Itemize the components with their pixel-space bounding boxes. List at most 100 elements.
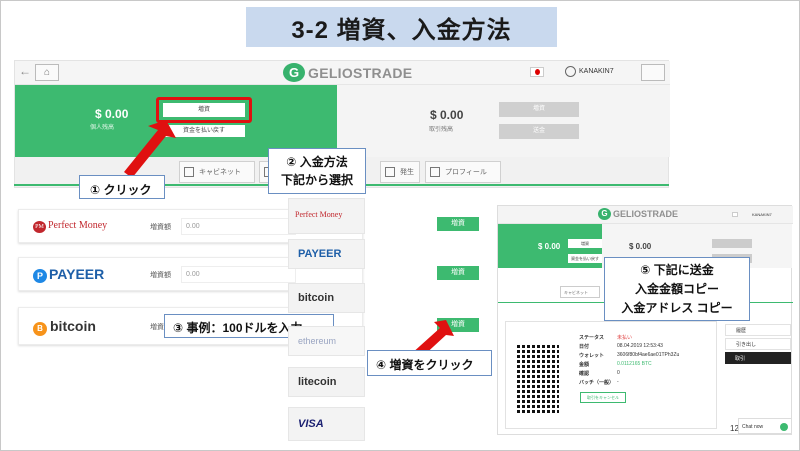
tab-cabinet[interactable]: キャビネット: [179, 161, 255, 183]
trading-balance-panel: $ 0.00 取引残高 増資 送金: [337, 85, 670, 157]
payeer-logo: P PAYEER: [33, 266, 104, 283]
callout-method: ② 入金方法 下記から選択: [268, 148, 366, 194]
side-item-withdraw[interactable]: 引き出し: [725, 338, 791, 350]
method-litecoin[interactable]: litecoin: [288, 367, 365, 397]
logo-mark: G: [283, 63, 305, 82]
callout-send-line3: 入金アドレス コピー: [621, 301, 733, 315]
payeer-name: PAYEER: [49, 266, 105, 282]
user-menu[interactable]: KANAKIN7: [565, 66, 614, 77]
chat-now-label: Chat now: [742, 424, 764, 430]
payeer-amount-label: 増資額: [150, 272, 171, 279]
trading-balance-label: 取引残高: [429, 127, 454, 133]
detail-status: ステータス 未払い: [579, 334, 632, 341]
profile-icon: [430, 167, 440, 177]
app-topbar: ← ⌂ G GELIOSTRADE KANAKIN7: [15, 61, 670, 85]
method-litecoin-label: litecoin: [298, 376, 337, 388]
method-bitcoin-label: bitcoin: [298, 292, 335, 304]
back-arrow-icon[interactable]: ←: [19, 64, 31, 78]
callout-deposit-click: ④ 増資をクリック: [367, 350, 492, 376]
pm-amount-label: 増資額: [150, 224, 171, 231]
ss-gray-button-1[interactable]: [712, 239, 752, 248]
qr-code: [515, 343, 559, 413]
user-icon: [565, 66, 576, 77]
chat-icon: [780, 423, 788, 431]
ss-logo: G GELIOSTRADE: [598, 208, 678, 220]
payeer-deposit-button[interactable]: 増資: [437, 266, 479, 280]
detail-key: ウォレット: [579, 353, 605, 359]
ss-logo-text: GELIOSTRADE: [613, 209, 679, 219]
pm-deposit-button[interactable]: 増資: [437, 217, 479, 231]
callout-method-line2: 下記から選択: [280, 173, 353, 187]
tab-label: プロフィール: [445, 169, 487, 176]
detail-batch: バッチ（一般） -: [579, 379, 619, 386]
arrow-to-deposit: [124, 120, 176, 178]
callout-click: ① クリック: [79, 175, 165, 199]
detail-date: 日付 08.04.2019 12:53:43: [579, 343, 663, 350]
cabinet-icon: [184, 167, 194, 177]
detail-key: 確認: [579, 371, 590, 377]
method-payeer[interactable]: PAYEER: [288, 239, 365, 269]
tab-label: キャビネット: [199, 169, 241, 176]
ss-username: KANAKIN7: [752, 212, 772, 217]
japan-flag-icon[interactable]: [530, 67, 544, 77]
detail-value: -: [617, 379, 619, 385]
ss-right-amount: $ 0.00: [629, 242, 652, 251]
personal-balance-label: 個人残高: [90, 125, 115, 131]
detail-value[interactable]: 3606f80bf4ae6ae01TPh3Zu: [617, 352, 679, 358]
callout-method-line1: ② 入金方法: [286, 155, 348, 169]
bitcoin-logo: Bbitcoin: [33, 318, 96, 336]
transfer-button[interactable]: 送金: [499, 124, 579, 139]
logout-icon[interactable]: [641, 64, 665, 81]
side-item-trade[interactable]: 取引: [725, 352, 791, 364]
pm-name: Perfect Money: [48, 220, 108, 231]
detail-key: バッチ（一般）: [579, 380, 615, 386]
bitcoin-mark-icon: B: [33, 322, 47, 336]
callout-send-line1: ⑤ 下記に送金: [640, 263, 714, 277]
pm-amount-input[interactable]: 0.00: [181, 218, 296, 235]
ss-flag-icon: [732, 212, 738, 217]
tab-occurrence[interactable]: 発生: [380, 161, 420, 183]
callout-send-line2: 入金金額コピー: [634, 282, 719, 296]
method-visa-label: VISA: [298, 418, 324, 430]
pm-mark-icon: PM: [33, 221, 46, 233]
detail-amount: 金額 0.0112165 BTC: [579, 361, 652, 368]
logo-text: GELIOSTRADE: [308, 64, 413, 81]
detail-value: 0: [617, 370, 620, 376]
occurrence-icon: [385, 167, 395, 177]
side-item-history[interactable]: 履歴: [725, 324, 791, 336]
home-icon[interactable]: ⌂: [35, 64, 59, 81]
callout-send: ⑤ 下記に送金 入金金額コピー 入金アドレス コピー: [604, 257, 750, 321]
method-bitcoin[interactable]: bitcoin: [288, 283, 365, 313]
cancel-transaction-button[interactable]: 取引をキャンセル: [580, 392, 626, 403]
tab-label: 発生: [400, 169, 414, 176]
ss-left-amount: $ 0.00: [538, 242, 561, 251]
detail-key: ステータス: [579, 335, 605, 341]
ss-deposit-button[interactable]: 増資: [568, 239, 602, 248]
detail-value: 未払い: [617, 335, 633, 341]
method-payeer-label: PAYEER: [298, 248, 342, 260]
ss-tab-cabinet[interactable]: キャビネット: [560, 286, 600, 298]
detail-confirm: 確認 0: [579, 370, 620, 377]
detail-wallet: ウォレット 3606f80bf4ae6ae01TPh3Zu: [579, 352, 679, 359]
method-visa[interactable]: VISA: [288, 407, 365, 441]
method-pm-label: Perfect Money: [295, 210, 343, 219]
method-perfect-money[interactable]: Perfect Money: [288, 198, 365, 234]
trading-deposit-button[interactable]: 増資: [499, 102, 579, 117]
slide-title: 3-2 増資、入金方法: [246, 7, 557, 47]
payeer-mark-icon: P: [33, 269, 47, 283]
ss-withdraw-button[interactable]: 資金を払い戻す: [568, 254, 602, 263]
chat-now-widget[interactable]: Chat now: [738, 418, 792, 434]
method-ethereum[interactable]: ethereum: [288, 326, 365, 356]
perfect-money-logo: PM Perfect Money: [33, 220, 107, 233]
tab-profile[interactable]: プロフィール: [425, 161, 501, 183]
app-logo[interactable]: G GELIOSTRADE: [283, 63, 412, 82]
trading-balance-amount: $ 0.00: [430, 108, 464, 122]
bitcoin-name: bitcoin: [50, 318, 96, 334]
ss-logo-mark: G: [598, 208, 611, 220]
detail-key: 金額: [579, 362, 590, 368]
detail-key: 日付: [579, 344, 590, 350]
detail-value[interactable]: 0.0112165 BTC: [617, 361, 652, 367]
method-ethereum-label: ethereum: [298, 336, 337, 346]
payeer-amount-input[interactable]: 0.00: [181, 266, 296, 283]
detail-value: 08.04.2019 12:53:43: [617, 343, 663, 349]
